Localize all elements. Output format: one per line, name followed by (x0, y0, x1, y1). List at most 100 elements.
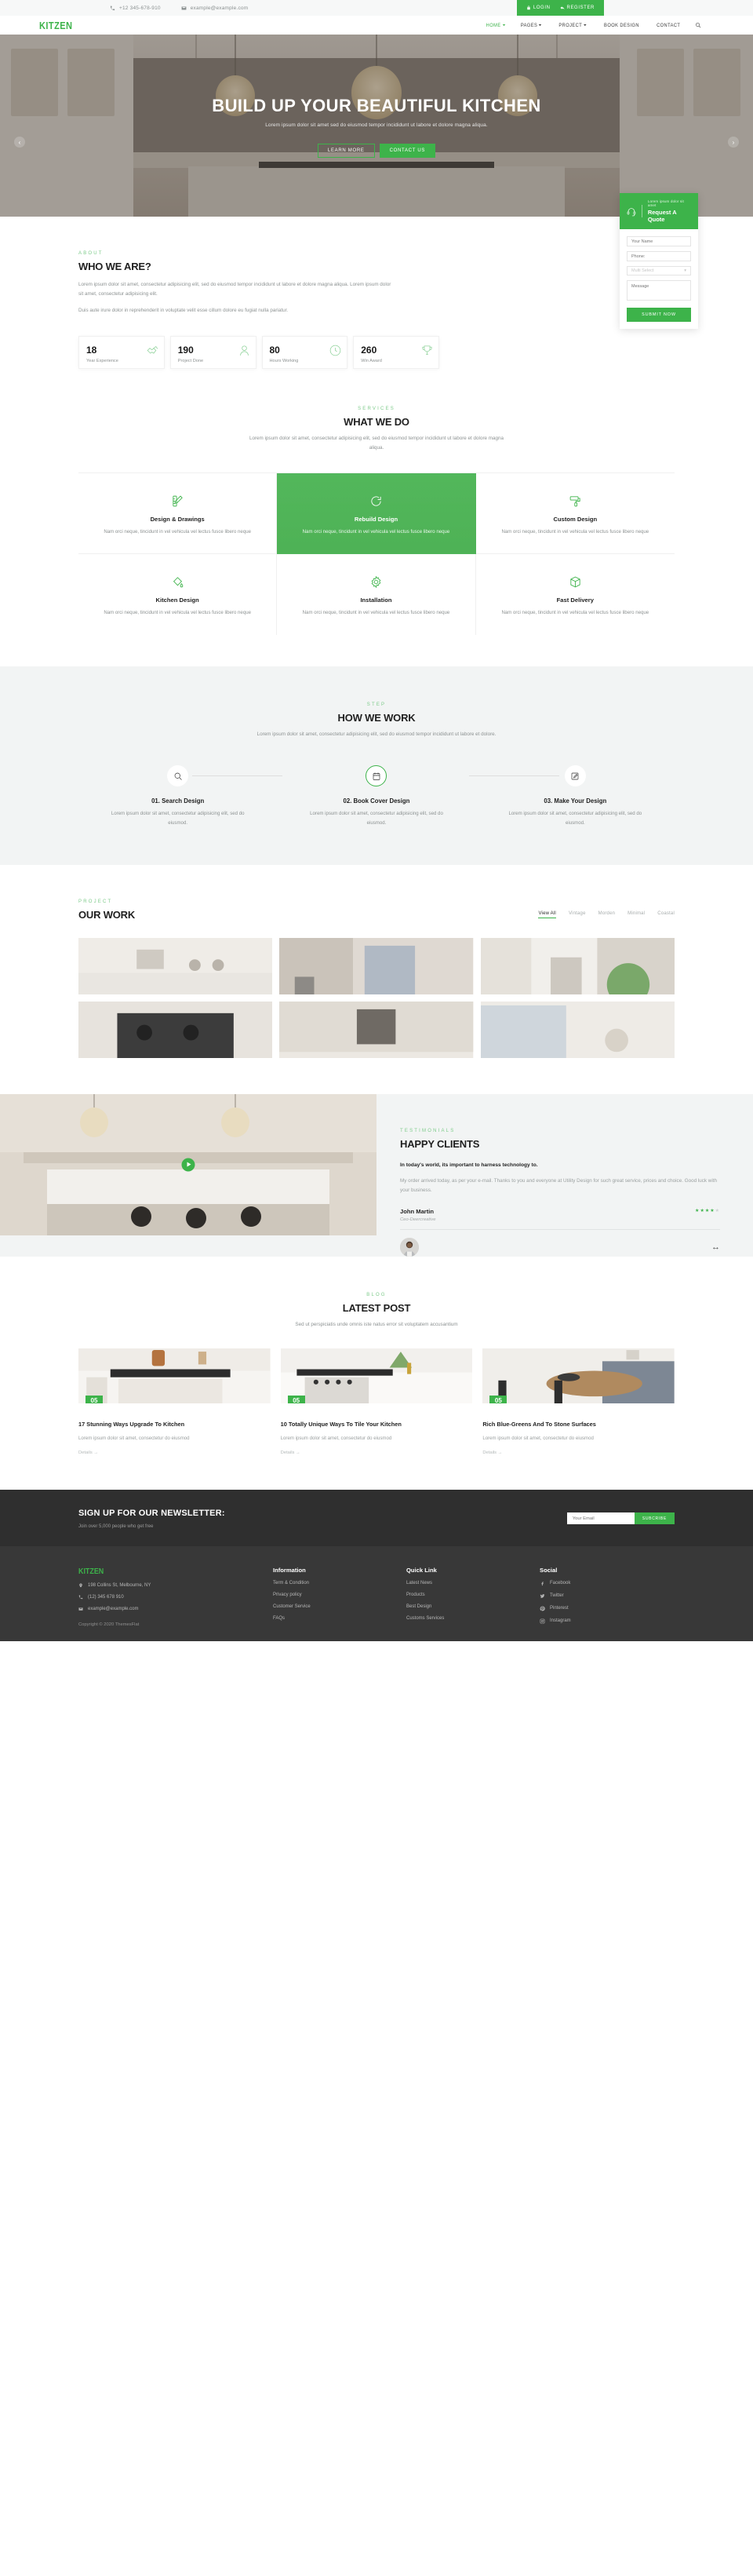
service-name: Kitchen Design (155, 597, 199, 604)
project-thumb-4[interactable] (78, 1001, 273, 1058)
blog-post-excerpt: Lorem ipsum dolor sit amet, consectetur … (482, 1435, 594, 1441)
play-button[interactable] (181, 1158, 195, 1172)
project-thumb-1[interactable] (78, 937, 273, 994)
footer-link-products[interactable]: Products (406, 1593, 540, 1597)
project-filter-view-all[interactable]: View All (538, 911, 556, 918)
quote-multiselect[interactable]: Multi Select ▾ (627, 266, 691, 275)
topbar-email-text: example@example.com (190, 5, 249, 11)
footer-link-customs-services[interactable]: Customs Services (406, 1616, 540, 1621)
newsletter-subtitle: Join over 5,000 people who get free (78, 1523, 154, 1529)
project-section: PROJECT OUR WORK View All Vintage Morden… (0, 865, 753, 1094)
topbar-phone[interactable]: +12 345-678-910 (110, 5, 161, 11)
footer-logo[interactable]: KITZEN (78, 1567, 244, 1576)
nav-item-project[interactable]: PROJECT (558, 22, 587, 28)
footer-link-pinterest[interactable]: Pinterest (540, 1606, 571, 1611)
nav-item-pages[interactable]: PAGES (521, 23, 542, 28)
lock-icon (527, 5, 530, 10)
footer-address: 198 Collins St, Melbourne, NY (78, 1583, 273, 1588)
service-card-custom-design[interactable]: Custom Design Nam orci neque, tincidunt … (475, 473, 675, 555)
footer-link-latest-news[interactable]: Latest News (406, 1581, 540, 1585)
how-we-work-section: STEP HOW WE WORK Lorem ipsum dolor sit a… (0, 666, 753, 865)
counter-label: Hours Working (269, 358, 299, 363)
blog-post-title[interactable]: 17 Stunning Ways Upgrade To Kitchen (78, 1421, 271, 1429)
star-icon-empty: ★ (715, 1209, 720, 1214)
blog-date-day: 05 (494, 1396, 502, 1403)
footer-link-term-condition[interactable]: Term & Condition (273, 1581, 406, 1585)
project-thumb-3[interactable] (480, 937, 675, 994)
site-logo[interactable]: KITZEN (39, 20, 72, 31)
topbar-email[interactable]: example@example.com (181, 5, 249, 11)
blog-details-link[interactable]: Details → (78, 1450, 271, 1455)
footer-link-privacy-policy[interactable]: Privacy policy (273, 1593, 406, 1597)
project-thumb-2[interactable] (279, 937, 474, 994)
footer-link-faqs[interactable]: FAQs (273, 1616, 406, 1621)
footer-column-heading: Social (540, 1566, 558, 1574)
blog-title: LATEST POST (342, 1302, 411, 1315)
service-name: Installation (360, 597, 392, 604)
footer-link-best-design[interactable]: Best Design (406, 1604, 540, 1609)
blog-details-link[interactable]: Details → (482, 1450, 675, 1455)
newsletter-email-input[interactable] (566, 1512, 635, 1525)
search-icon (174, 772, 182, 780)
step-card-book-cover-design[interactable]: 02. Book Cover Design Lorem ipsum dolor … (277, 765, 475, 827)
testimonials-title: HAPPY CLIENTS (400, 1137, 480, 1150)
login-button[interactable]: LOGIN (526, 5, 551, 10)
register-button[interactable]: REGISTER (560, 5, 595, 10)
testimonial-video[interactable] (0, 1093, 376, 1235)
blog-post-card[interactable]: 05 Apr 17 Stunning Ways Upgrade To Kitch… (78, 1348, 271, 1455)
counter-card: 190 Project Done (169, 335, 256, 369)
service-card-kitchen-design[interactable]: Kitchen Design Nam orci neque, tincidunt… (78, 554, 278, 635)
testimonial-lead: In today's world, its important to harne… (400, 1162, 538, 1168)
service-card-rebuild-design[interactable]: Rebuild Design Nam orci neque, tincidunt… (277, 473, 475, 554)
footer-link-instagram[interactable]: Instagram (540, 1618, 571, 1624)
quote-submit-button[interactable]: SUBMIT NOW (627, 308, 691, 322)
hero-next-button[interactable]: › (728, 137, 739, 148)
quote-message-textarea[interactable] (627, 280, 691, 301)
footer-email[interactable]: example@example.com (78, 1607, 273, 1611)
project-thumb-5[interactable] (279, 1001, 474, 1058)
quote-eyebrow: Lorem ipsum dolor sit amet (647, 199, 684, 207)
testimonial-nav-arrows[interactable]: ↔ (711, 1242, 720, 1252)
hero-prev-button[interactable]: ‹ (14, 137, 25, 148)
hero-subtitle: Lorem ipsum dolor sit amet sed do eiusmo… (265, 122, 488, 128)
footer-phone[interactable]: (12) 345 678 910 (78, 1595, 273, 1600)
service-card-design-drawings[interactable]: Design & Drawings Nam orci neque, tincid… (78, 473, 278, 555)
search-button[interactable] (695, 18, 701, 32)
kitchen-photo (280, 1348, 473, 1403)
hero-learn-more-button[interactable]: LEARN MORE (317, 144, 375, 158)
footer-link-twitter[interactable]: Twitter (540, 1593, 571, 1599)
services-eyebrow: SERVICES (358, 406, 395, 411)
blog-post-card[interactable]: 05 Apr 10 Totally Unique Ways To Tile Yo… (280, 1348, 473, 1455)
quote-name-input[interactable] (627, 236, 691, 246)
testimonial-author-role: Ceo-Deercreative (400, 1217, 436, 1223)
nav-item-contact[interactable]: CONTACT (657, 23, 680, 28)
clock-icon (329, 345, 341, 356)
footer: KITZEN 198 Collins St, Melbourne, NY (12… (0, 1545, 753, 1641)
nav-item-book-design[interactable]: BOOK DESIGN (604, 23, 639, 28)
quote-phone-input[interactable] (627, 251, 691, 261)
newsletter-subscribe-button[interactable]: SUBCRIBE (634, 1512, 675, 1525)
blog-post-title[interactable]: 10 Totally Unique Ways To Tile Your Kitc… (281, 1421, 473, 1429)
blog-date-badge: 05 Apr (287, 1395, 305, 1403)
step-card-make-your-design[interactable]: 03. Make Your Design Lorem ipsum dolor s… (476, 765, 675, 827)
services-title: WHAT WE DO (344, 415, 409, 428)
step-card-search-design[interactable]: 01. Search Design Lorem ipsum dolor sit … (78, 765, 277, 827)
blog-post-title[interactable]: Rich Blue-Greens And To Stone Surfaces (482, 1421, 675, 1429)
nav-item-project-label: PROJECT (558, 22, 582, 28)
project-thumb-6[interactable] (480, 1001, 675, 1058)
project-filter-coastal[interactable]: Coastal (657, 911, 675, 918)
footer-link-facebook[interactable]: Facebook (540, 1581, 571, 1586)
footer-link-customer-service[interactable]: Customer Service (273, 1604, 406, 1609)
hero-contact-us-button[interactable]: CONTACT US (379, 144, 436, 158)
service-card-installation[interactable]: Installation Nam orci neque, tincidunt i… (277, 554, 476, 635)
project-filter-morden[interactable]: Morden (598, 911, 616, 918)
project-filter-minimal[interactable]: Minimal (628, 911, 645, 918)
nav-item-home[interactable]: HOME (486, 23, 505, 28)
project-filter-vintage[interactable]: Vintage (569, 911, 586, 918)
service-card-fast-delivery[interactable]: Fast Delivery Nam orci neque, tincidunt … (476, 554, 675, 634)
envelope-icon (78, 1607, 83, 1611)
footer-phone-text: (12) 345 678 910 (88, 1594, 124, 1600)
login-label: LOGIN (533, 5, 551, 10)
blog-details-link[interactable]: Details → (281, 1450, 473, 1455)
blog-post-card[interactable]: 05 Apr Rich Blue-Greens And To Stone Sur… (482, 1348, 675, 1455)
